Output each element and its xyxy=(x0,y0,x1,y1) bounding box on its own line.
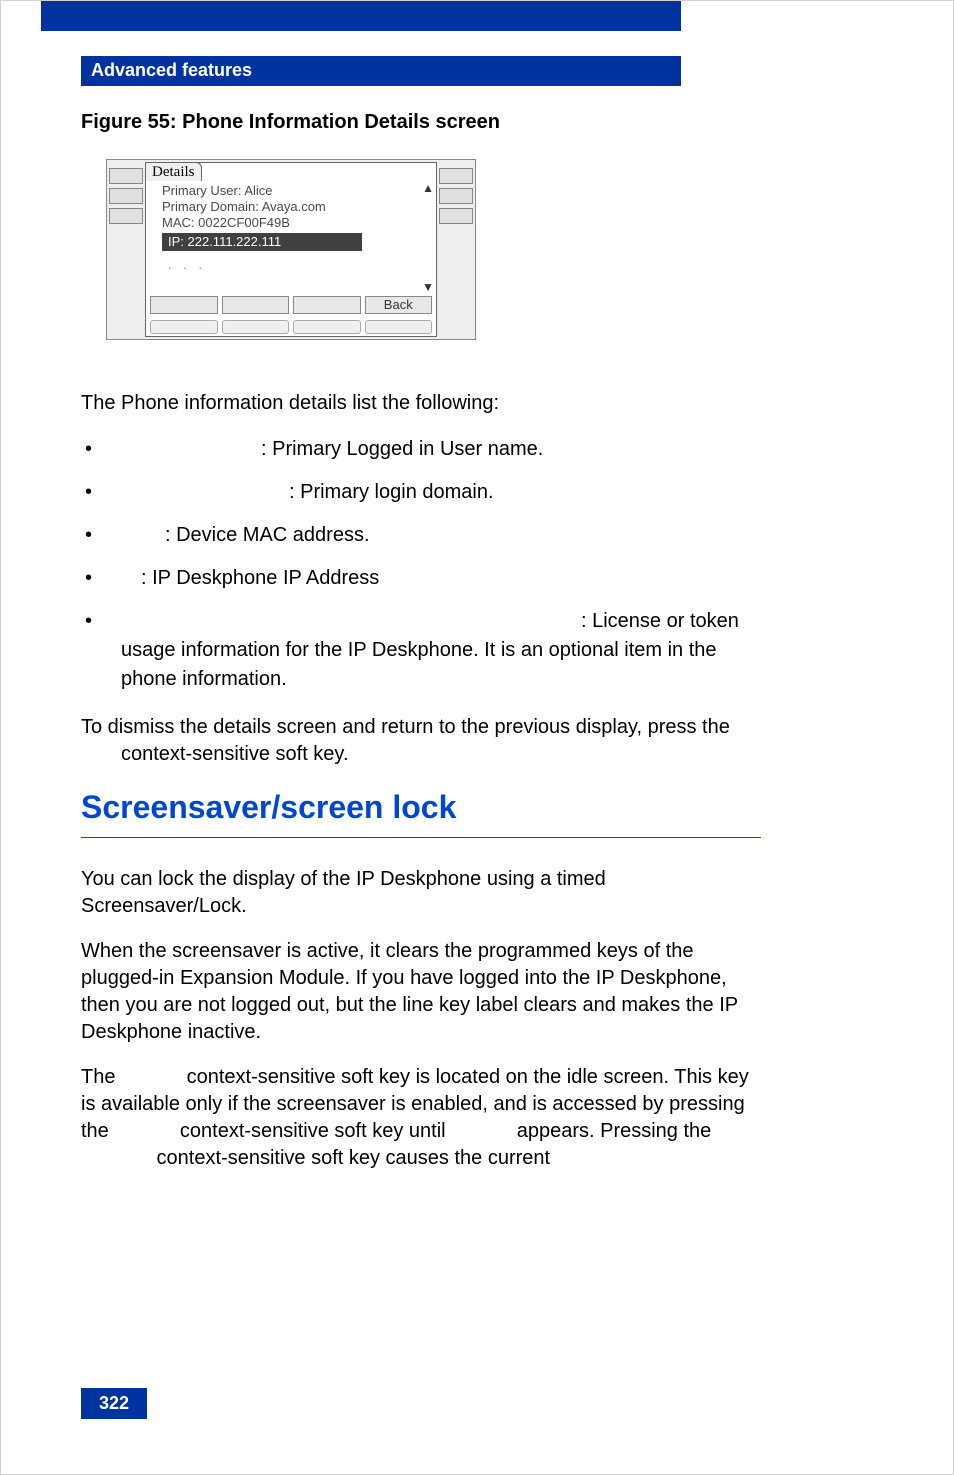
detail-line-ip-selected: IP: 222.111.222.111 xyxy=(162,233,362,251)
top-accent-bar xyxy=(41,1,681,31)
list-item-license: : License or token usage information for… xyxy=(81,607,761,694)
line-key xyxy=(109,208,143,224)
hardkey xyxy=(293,320,361,334)
line-key xyxy=(439,208,473,224)
line-key xyxy=(439,168,473,184)
p3-e: context-sensitive soft key causes the cu… xyxy=(151,1147,550,1169)
hardkey xyxy=(365,320,433,334)
ellipsis-row: . . . xyxy=(162,257,430,273)
list-item-primary-domain: : Primary login domain. xyxy=(81,478,761,507)
item-desc: : IP Deskphone IP Address xyxy=(141,567,379,589)
phone-right-keys xyxy=(439,162,473,337)
detail-line-primary-domain: Primary Domain: Avaya.com xyxy=(162,199,430,215)
body-text: The Phone information details list the f… xyxy=(81,390,761,1172)
hardkey xyxy=(150,320,218,334)
line-key xyxy=(109,168,143,184)
detail-line-mac: MAC: 0022CF00F49B xyxy=(162,215,430,231)
scroll-up-icon: ▲ xyxy=(422,181,434,195)
screensaver-para-1: You can lock the display of the IP Deskp… xyxy=(81,866,761,920)
dismiss-indent xyxy=(81,743,121,765)
page-content: Figure 55: Phone Information Details scr… xyxy=(81,111,761,1190)
intro-paragraph: The Phone information details list the f… xyxy=(81,390,761,417)
screensaver-para-3: The context-sensitive soft key is locate… xyxy=(81,1064,761,1172)
line-key xyxy=(109,188,143,204)
phone-left-keys xyxy=(109,162,143,337)
hardkey-row xyxy=(150,320,432,334)
list-item-mac: : Device MAC address. xyxy=(81,521,761,550)
section-rule xyxy=(81,837,761,838)
hardkey xyxy=(222,320,290,334)
figure-caption: Figure 55: Phone Information Details scr… xyxy=(81,111,761,134)
document-page: Advanced features Figure 55: Phone Infor… xyxy=(0,0,954,1475)
phone-details-screenshot: Details ▲ Primary User: Alice Primary Do… xyxy=(106,159,476,340)
scroll-down-icon: ▼ xyxy=(422,280,434,294)
softkey-3 xyxy=(293,296,361,314)
p3-c: context-sensitive soft key until xyxy=(174,1120,451,1142)
p3-a: The xyxy=(81,1066,121,1088)
item-desc: : Primary Logged in User name. xyxy=(261,438,543,460)
screensaver-para-2: When the screensaver is active, it clear… xyxy=(81,938,761,1046)
section-title: Advanced features xyxy=(91,60,252,80)
softkey-row: Back xyxy=(150,296,432,314)
list-item-ip: : IP Deskphone IP Address xyxy=(81,564,761,593)
phone-display: Details ▲ Primary User: Alice Primary Do… xyxy=(145,162,437,337)
dismiss-paragraph: To dismiss the details screen and return… xyxy=(81,714,761,768)
line-key xyxy=(439,188,473,204)
item-desc: : Device MAC address. xyxy=(165,524,370,546)
item-lead: : License or token xyxy=(581,610,739,632)
section-header-bar: Advanced features xyxy=(81,56,681,86)
softkey-1 xyxy=(150,296,218,314)
item-continuation: usage information for the IP Deskphone. … xyxy=(121,636,761,694)
details-tab: Details xyxy=(145,162,202,181)
dismiss-text-1: To dismiss the details screen and return… xyxy=(81,716,730,738)
softkey-2 xyxy=(222,296,290,314)
p3-d: appears. Pressing the xyxy=(511,1120,711,1142)
details-list: : Primary Logged in User name. : Primary… xyxy=(81,435,761,694)
dismiss-text-2: context-sensitive soft key. xyxy=(121,743,349,765)
item-desc: : Primary login domain. xyxy=(289,481,494,503)
section-heading-screensaver: Screensaver/screen lock xyxy=(81,786,761,829)
page-number: 322 xyxy=(81,1388,147,1419)
detail-line-primary-user: Primary User: Alice xyxy=(162,183,430,199)
softkey-back: Back xyxy=(365,296,433,314)
list-item-primary-user: : Primary Logged in User name. xyxy=(81,435,761,464)
